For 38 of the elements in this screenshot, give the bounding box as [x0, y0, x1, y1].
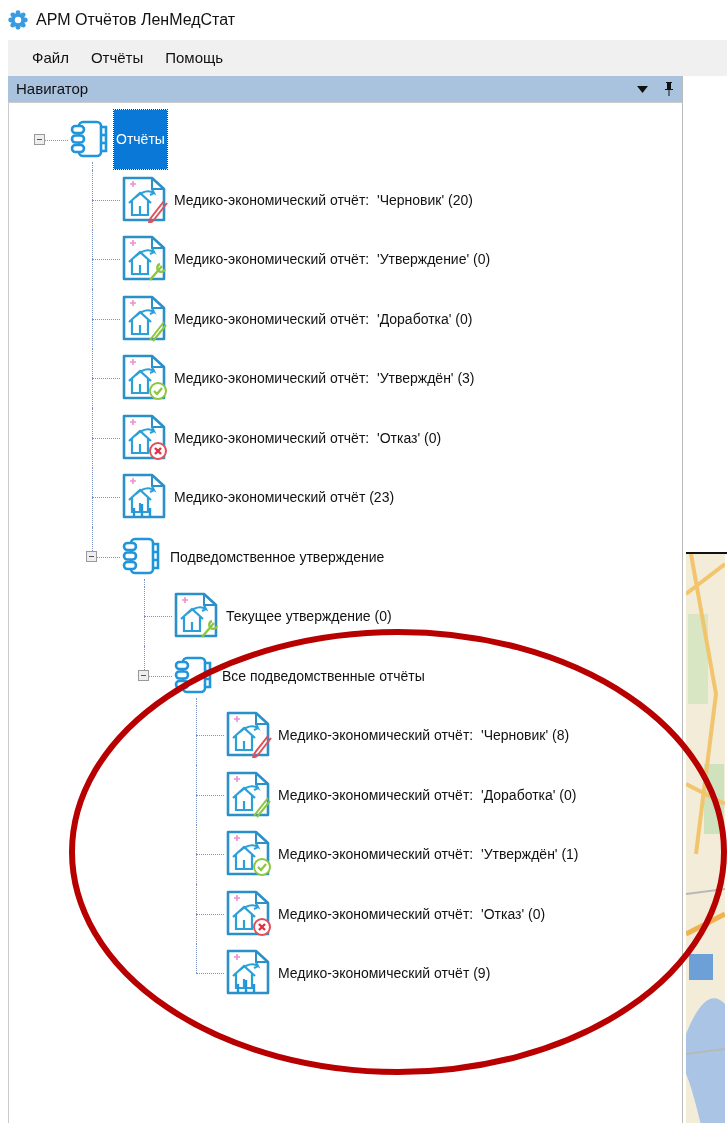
document-pencil-icon	[224, 769, 272, 818]
tree-item[interactable]: Медико-экономический отчёт: 'Утверждён' (1)	[276, 843, 581, 866]
document-cross-icon	[224, 888, 272, 937]
tree-item[interactable]: Медико-экономический отчёт: 'Черновик' (20)	[172, 188, 475, 212]
tree-item[interactable]: Текущее утверждение (0)	[224, 605, 394, 628]
collapse-toggle[interactable]	[34, 134, 45, 145]
tree-item[interactable]: Медико-экономический отчёт: 'Утверждён' (3)	[172, 367, 477, 390]
menu-item[interactable]: Помощь	[155, 42, 234, 74]
menu-item[interactable]: Файл	[22, 42, 79, 74]
tree-item[interactable]: Все подведомственные отчёты	[220, 664, 427, 688]
menu-item[interactable]: Отчёты	[80, 42, 154, 74]
dropdown-icon[interactable]	[637, 85, 648, 93]
document-check-icon	[120, 353, 168, 401]
document-wrench-icon	[120, 234, 168, 282]
tree-item[interactable]: Медико-экономический отчёт: 'Доработка' (0)	[172, 307, 475, 331]
document-bar-chart-icon	[120, 472, 168, 520]
tree-item[interactable]: Медико-экономический отчёт: 'Доработка' (0)	[276, 783, 579, 807]
tree-item[interactable]: Медико-экономический отчёт: 'Отказ' (0)	[172, 426, 444, 450]
gear-icon	[8, 10, 28, 30]
collapse-toggle[interactable]	[138, 669, 149, 681]
document-cross-icon	[120, 412, 168, 461]
document-pencil-icon	[120, 293, 168, 342]
tree-item[interactable]: Медико-экономический отчёт (9)	[276, 962, 493, 985]
document-check-icon	[224, 829, 272, 877]
document-bar-chart-icon	[224, 948, 272, 996]
document-pencil-icon	[120, 174, 168, 223]
tree-item[interactable]: Медико-экономический отчёт (23)	[172, 486, 397, 509]
document-pencil-icon	[224, 710, 272, 758]
tree-item[interactable]: Медико-экономический отчёт: 'Черновик' (8)	[276, 724, 572, 747]
tree-item[interactable]: Подведомственное утверждение	[168, 545, 387, 569]
panel-title: Навигатор	[16, 78, 89, 99]
pin-icon[interactable]	[664, 82, 674, 96]
tree-item[interactable]: Медико-экономический отчёт: 'Отказ' (0)	[276, 902, 548, 926]
tree-item[interactable]: Отчёты	[114, 110, 167, 169]
tree-item[interactable]: Медико-экономический отчёт: 'Утверждение' (0)	[172, 248, 493, 271]
window-title: АРМ Отчётов ЛенМедСтат	[36, 10, 236, 30]
collapse-toggle[interactable]	[86, 550, 97, 562]
document-wrench-icon	[172, 591, 220, 639]
